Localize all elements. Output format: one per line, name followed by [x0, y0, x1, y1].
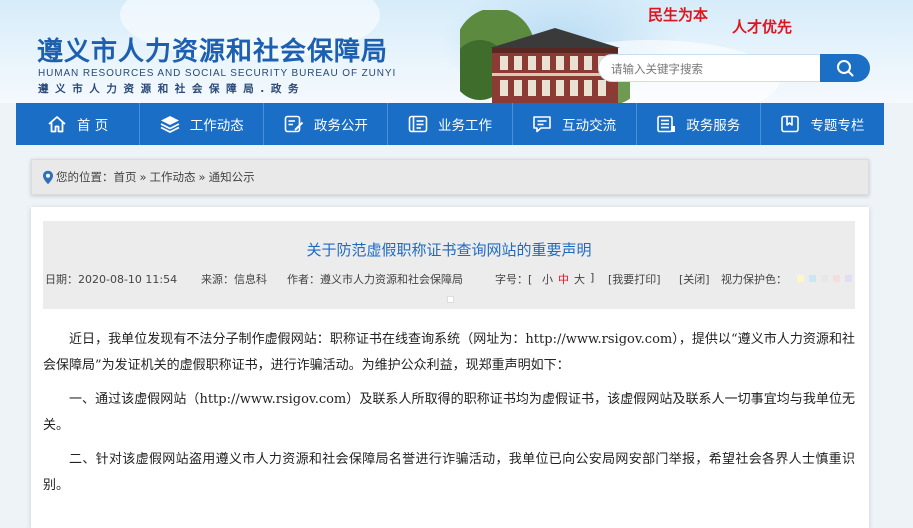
- article-date: 日期：2020-08-10 11:54: [45, 273, 178, 286]
- article-title: 关于防范虚假职称证书查询网站的重要声明: [306, 241, 592, 259]
- article-author: 作者：遵义市人力资源和社会保障局: [287, 273, 463, 286]
- article-header: 关于防范虚假职称证书查询网站的重要声明 日期：2020-08-10 11:54 …: [43, 221, 855, 309]
- nav-item-label: 政务公开: [313, 118, 368, 134]
- eye-color-swatch-4[interactable]: [833, 275, 840, 282]
- breadcrumb-separator: »: [198, 170, 206, 184]
- slogan-left: 民生为本: [648, 6, 709, 24]
- eye-color-swatch-3[interactable]: [821, 275, 828, 282]
- site-header: 遵义市人力资源和社会保障局 HUMAN RESOURCES AND SOCIAL…: [0, 0, 913, 103]
- list-icon: [657, 115, 676, 133]
- article-card: 关于防范虚假职称证书查询网站的重要声明 日期：2020-08-10 11:54 …: [31, 207, 869, 528]
- main-nav: 首 页 工作动态 政务公开 业务工作 互动交流 政务服务 专题专栏: [16, 103, 884, 145]
- eye-color-swatch-2[interactable]: [809, 275, 816, 282]
- article-paragraph: 一、通过该虚假网站（http://www.rsigov.com）及联系人所取得的…: [43, 392, 855, 433]
- nav-item-label: 互动交流: [562, 118, 617, 134]
- document-edit-icon: [284, 115, 304, 133]
- bookmark-icon: [781, 115, 800, 133]
- article-source: 来源：信息科: [201, 273, 267, 286]
- font-size-label: 字号：[: [495, 273, 533, 286]
- nav-item-label: 专题专栏: [810, 118, 865, 134]
- site-title: 遵义市人力资源和社会保障局: [37, 37, 389, 67]
- id-card-icon: [408, 115, 428, 133]
- breadcrumb-prefix: 您的位置：: [56, 170, 114, 184]
- nav-item-interaction[interactable]: 互动交流: [513, 103, 637, 145]
- breadcrumb-link-home[interactable]: 首页: [114, 169, 137, 185]
- breadcrumb-separator: »: [139, 170, 147, 184]
- article-paragraph: 二、针对该虚假网站盗用遵义市人力资源和社会保障局名誉进行诈骗活动，我单位已向公安…: [43, 452, 855, 493]
- breadcrumb: 您的位置： 首页 » 工作动态 » 通知公示: [31, 159, 869, 195]
- home-icon: [48, 116, 66, 133]
- font-size-small[interactable]: 小: [542, 271, 553, 287]
- eye-color-swatch-5[interactable]: [845, 275, 852, 282]
- nav-item-government-services[interactable]: 政务服务: [637, 103, 761, 145]
- nav-item-business[interactable]: 业务工作: [388, 103, 513, 145]
- chat-icon: [533, 116, 551, 133]
- font-size-medium[interactable]: 中: [558, 271, 569, 287]
- eye-color-swatch-6[interactable]: [447, 296, 454, 303]
- article-body: 近日，我单位发现有不法分子制作虚假网站：职称证书在线查询系统（网址为：http:…: [43, 327, 855, 507]
- nav-item-label: 首 页: [76, 118, 109, 134]
- nav-item-label: 工作动态: [189, 118, 244, 134]
- layers-icon: [160, 116, 180, 133]
- nav-item-government-affairs[interactable]: 政务公开: [264, 103, 389, 145]
- search-input[interactable]: [611, 59, 811, 79]
- breadcrumb-link-work-news[interactable]: 工作动态: [150, 169, 196, 185]
- article-meta: 日期：2020-08-10 11:54 来源：信息科 作者：遵义市人力资源和社会…: [45, 271, 855, 287]
- font-size-large[interactable]: 大: [574, 271, 585, 287]
- nav-item-special-topics[interactable]: 专题专栏: [761, 103, 884, 145]
- eye-protection-label: 视力保护色：: [721, 273, 787, 286]
- nav-item-label: 政务服务: [686, 118, 741, 134]
- eye-color-swatch-1[interactable]: [797, 275, 804, 282]
- location-pin-icon: [43, 170, 53, 184]
- site-title-english: HUMAN RESOURCES AND SOCIAL SECURITY BURE…: [38, 68, 397, 79]
- nav-item-label: 业务工作: [437, 118, 492, 134]
- slogan-right: 人才优先: [732, 18, 793, 36]
- nav-item-work-news[interactable]: 工作动态: [140, 103, 265, 145]
- close-link[interactable]: [关闭]: [679, 271, 710, 287]
- article-paragraph: 近日，我单位发现有不法分子制作虚假网站：职称证书在线查询系统（网址为：http:…: [43, 332, 855, 373]
- print-link[interactable]: [我要打印]: [608, 271, 661, 287]
- font-size-close-bracket: ]: [590, 271, 595, 284]
- search-button[interactable]: [820, 54, 870, 82]
- site-subtitle: 遵义市人力资源和社会保障局.政务: [38, 83, 306, 95]
- search-box: [598, 54, 870, 82]
- breadcrumb-link-notices[interactable]: 通知公示: [209, 169, 255, 185]
- nav-item-home[interactable]: 首 页: [16, 103, 141, 145]
- search-icon: [837, 60, 854, 77]
